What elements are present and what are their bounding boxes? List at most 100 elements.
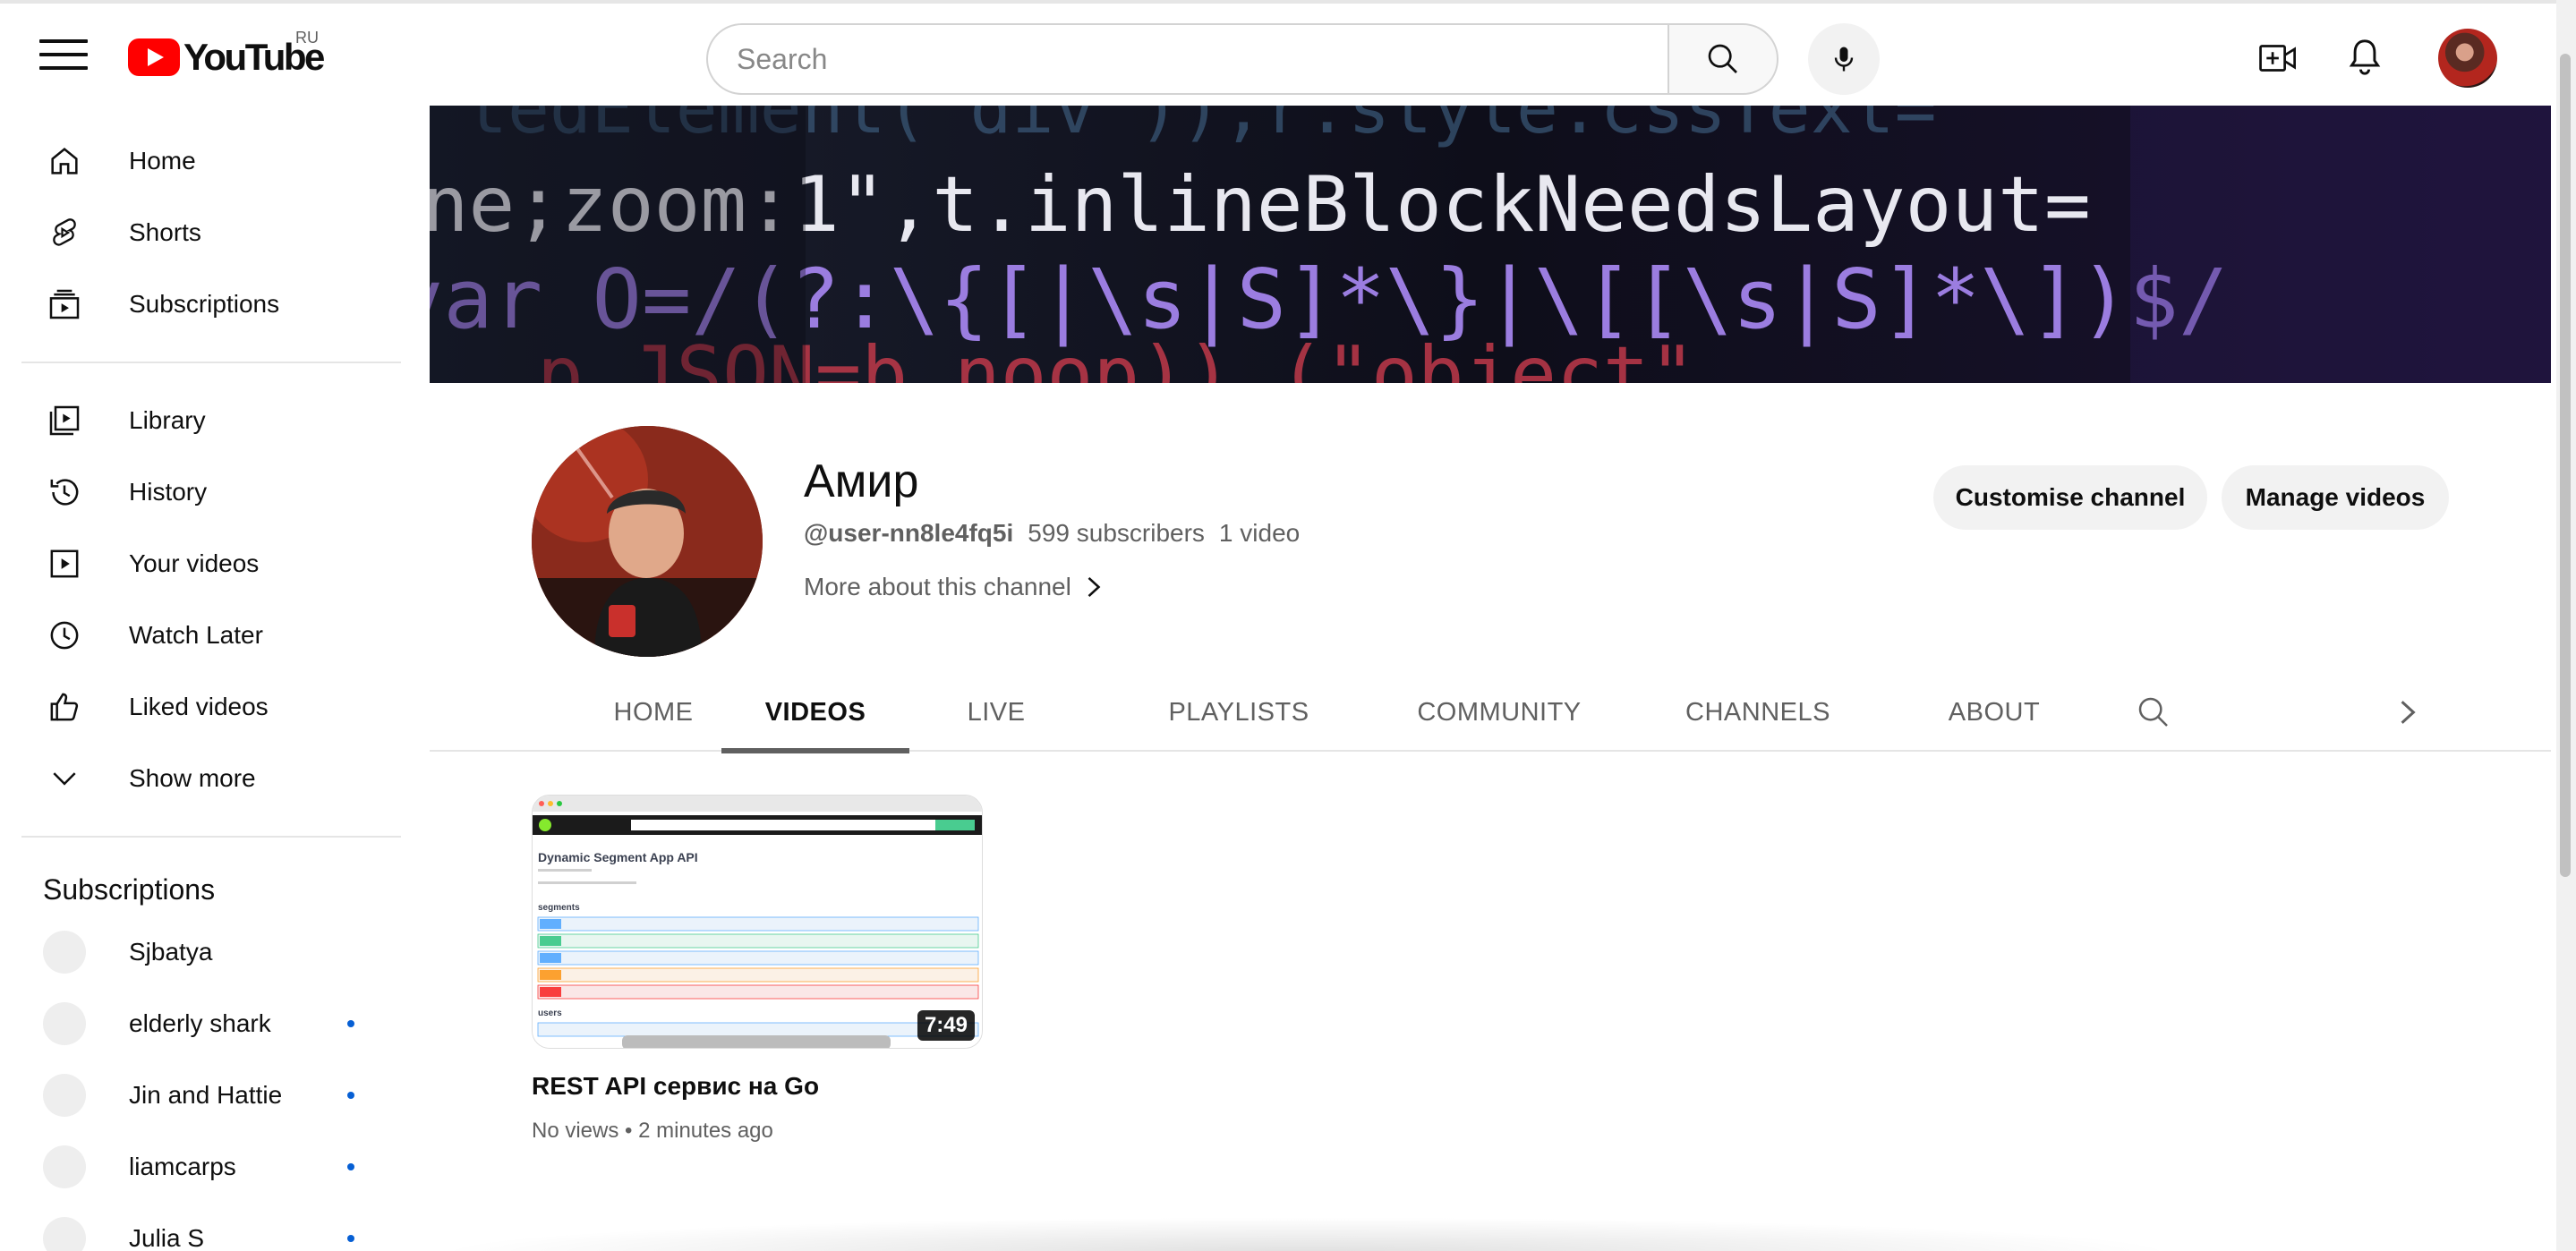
sidebar-item-watch-later[interactable]: Watch Later <box>21 600 401 671</box>
tab-channels[interactable]: CHANNELS <box>1668 673 1847 752</box>
chevron-right-icon <box>2401 701 2416 724</box>
new-content-dot <box>347 1020 354 1027</box>
bottom-shadow <box>430 1217 2184 1251</box>
channel-handle: @user-nn8le4fq5i <box>804 519 1014 547</box>
avatar <box>43 1002 86 1045</box>
subscriptions-icon <box>43 283 86 326</box>
channel-avatar-image <box>532 426 763 657</box>
scrollbar-thumb[interactable] <box>2560 54 2571 877</box>
sidebar-item-label: Watch Later <box>129 621 263 649</box>
avatar <box>43 1217 86 1251</box>
avatar <box>43 1145 86 1188</box>
region-code: RU <box>295 29 319 47</box>
tab-about[interactable]: ABOUT <box>1923 673 2066 752</box>
subscriptions-heading: Subscriptions <box>43 873 216 906</box>
thumbnail-section: users <box>538 1008 562 1018</box>
tab-playlists[interactable]: PLAYLISTS <box>1146 673 1332 752</box>
sidebar: Home Shorts Subscriptions Library Histor… <box>0 106 422 1251</box>
chevron-right-icon <box>1088 576 1101 598</box>
tab-home[interactable]: HOME <box>591 673 716 752</box>
library-icon <box>43 399 86 442</box>
account-avatar[interactable] <box>2438 29 2497 88</box>
subscription-name: liamcarps <box>129 1153 236 1180</box>
home-icon <box>43 140 86 183</box>
thumbs-up-icon <box>43 685 86 728</box>
subscription-name: Jin and Hattie <box>129 1081 283 1109</box>
menu-icon[interactable] <box>39 39 88 75</box>
video-add-icon <box>2259 45 2296 72</box>
sidebar-item-your-videos[interactable]: Your videos <box>21 528 401 600</box>
meta-separator: • <box>625 1119 639 1143</box>
search-input[interactable] <box>706 23 1668 95</box>
sidebar-item-label: History <box>129 478 208 506</box>
search-button[interactable] <box>1668 23 1778 95</box>
subscription-item[interactable]: Jin and Hattie <box>21 1060 401 1131</box>
video-count: 1 video <box>1218 519 1301 547</box>
sidebar-item-shorts[interactable]: Shorts <box>21 197 401 268</box>
sidebar-item-library[interactable]: Library <box>21 385 401 456</box>
subscriber-count: 599 subscribers <box>1028 519 1205 547</box>
tabs-scroll-right[interactable] <box>2381 673 2435 752</box>
sidebar-divider <box>21 362 401 363</box>
new-content-dot <box>347 1163 354 1170</box>
your-videos-icon <box>43 542 86 585</box>
subscription-item[interactable]: elderly shark <box>21 988 401 1060</box>
sidebar-item-label: Show more <box>129 764 256 792</box>
page-scrollbar[interactable] <box>2556 0 2576 1251</box>
sidebar-item-label: Home <box>129 147 196 174</box>
sidebar-divider <box>21 836 401 838</box>
youtube-play-icon <box>128 38 180 76</box>
history-icon <box>43 471 86 514</box>
avatar <box>43 1074 86 1117</box>
youtube-logo[interactable]: YouTube RU <box>128 29 325 79</box>
microphone-icon <box>1834 47 1854 72</box>
video-title[interactable]: REST API сервис на Go <box>532 1072 819 1101</box>
clock-icon <box>43 614 86 657</box>
sidebar-item-label: Subscriptions <box>129 290 280 318</box>
avatar <box>43 931 86 974</box>
notifications-button[interactable] <box>2341 34 2388 81</box>
sidebar-item-label: Shorts <box>129 218 201 246</box>
sidebar-item-liked-videos[interactable]: Liked videos <box>21 671 401 743</box>
channel-meta: @user-nn8le4fq5i 599 subscribers 1 video <box>804 519 1300 548</box>
sidebar-item-subscriptions[interactable]: Subscriptions <box>21 268 401 340</box>
sidebar-item-label: Your videos <box>129 549 260 577</box>
sidebar-item-label: Library <box>129 406 206 434</box>
video-thumbnail[interactable]: Dynamic Segment App API segments users 7… <box>532 795 983 1049</box>
new-content-dot <box>347 1092 354 1099</box>
channel-avatar <box>532 426 763 657</box>
tab-live[interactable]: LIVE <box>956 673 1036 752</box>
channel-tabs: HOME VIDEOS LIVE PLAYLISTS COMMUNITY CHA… <box>430 673 2551 753</box>
new-content-dot <box>347 1235 354 1242</box>
more-about-channel-link[interactable]: More about this channel <box>804 573 1104 601</box>
subscription-item[interactable]: Sjbatya <box>21 916 401 988</box>
channel-banner: tedElement("div")),r.style.cssText=" ine… <box>430 106 2551 383</box>
thumbnail-screenshot: Dynamic Segment App API segments users <box>533 796 982 1048</box>
subscription-name: Julia S <box>129 1224 205 1251</box>
video-views: No views <box>532 1119 619 1143</box>
shorts-icon <box>43 211 86 254</box>
video-age: 2 minutes ago <box>638 1119 773 1143</box>
subscription-item[interactable]: liamcarps <box>21 1131 401 1203</box>
sidebar-item-home[interactable]: Home <box>21 125 401 197</box>
thumbnail-heading: Dynamic Segment App API <box>538 850 698 864</box>
create-video-button[interactable] <box>2256 36 2300 81</box>
top-bar: YouTube RU <box>0 0 2576 106</box>
search-bar <box>706 23 1778 95</box>
tab-videos[interactable]: VIDEOS <box>721 673 909 753</box>
sidebar-item-show-more[interactable]: Show more <box>21 743 401 814</box>
manage-videos-button[interactable]: Manage videos <box>2222 465 2449 530</box>
subscription-item[interactable]: Julia S <box>21 1203 401 1251</box>
customise-channel-button[interactable]: Customise channel <box>1933 465 2207 530</box>
search-icon <box>2138 697 2168 727</box>
tab-community[interactable]: COMMUNITY <box>1396 673 1602 752</box>
search-icon <box>1708 44 1737 73</box>
chevron-down-icon <box>43 757 86 800</box>
channel-name: Амир <box>804 455 919 507</box>
voice-search-button[interactable] <box>1808 23 1880 95</box>
subscription-name: Sjbatya <box>129 938 213 966</box>
subscription-name: elderly shark <box>129 1009 271 1037</box>
sidebar-item-history[interactable]: History <box>21 456 401 528</box>
bell-icon <box>2349 39 2381 75</box>
tab-search[interactable] <box>2127 673 2180 752</box>
